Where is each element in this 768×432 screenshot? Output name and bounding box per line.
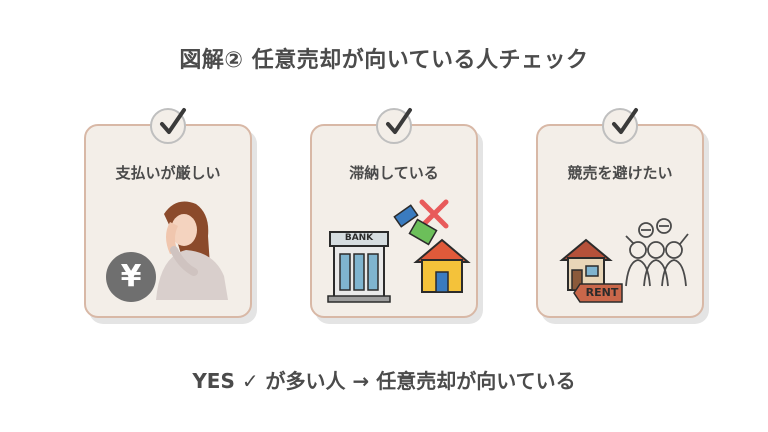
card-avoid-auction: 競売を避けたい RENT: [536, 108, 704, 318]
bank-house-illustration: [327, 199, 471, 303]
yen-coin-icon: ¥: [106, 252, 156, 302]
rent-sign-text: RENT: [585, 286, 619, 299]
house-rent-crowd-illustration: [559, 218, 689, 303]
yen-symbol: ¥: [120, 259, 142, 294]
page-title: 図解② 任意売却が向いている人チェック: [179, 48, 589, 73]
summary-text: YES ✓ が多い人 → 任意売却が向いている: [192, 369, 576, 393]
card-payment-difficult: 支払いが厳しい ¥: [84, 108, 252, 318]
bank-sign-text: BANK: [344, 233, 374, 243]
card-delinquent: 滞納している BANK: [310, 108, 478, 318]
